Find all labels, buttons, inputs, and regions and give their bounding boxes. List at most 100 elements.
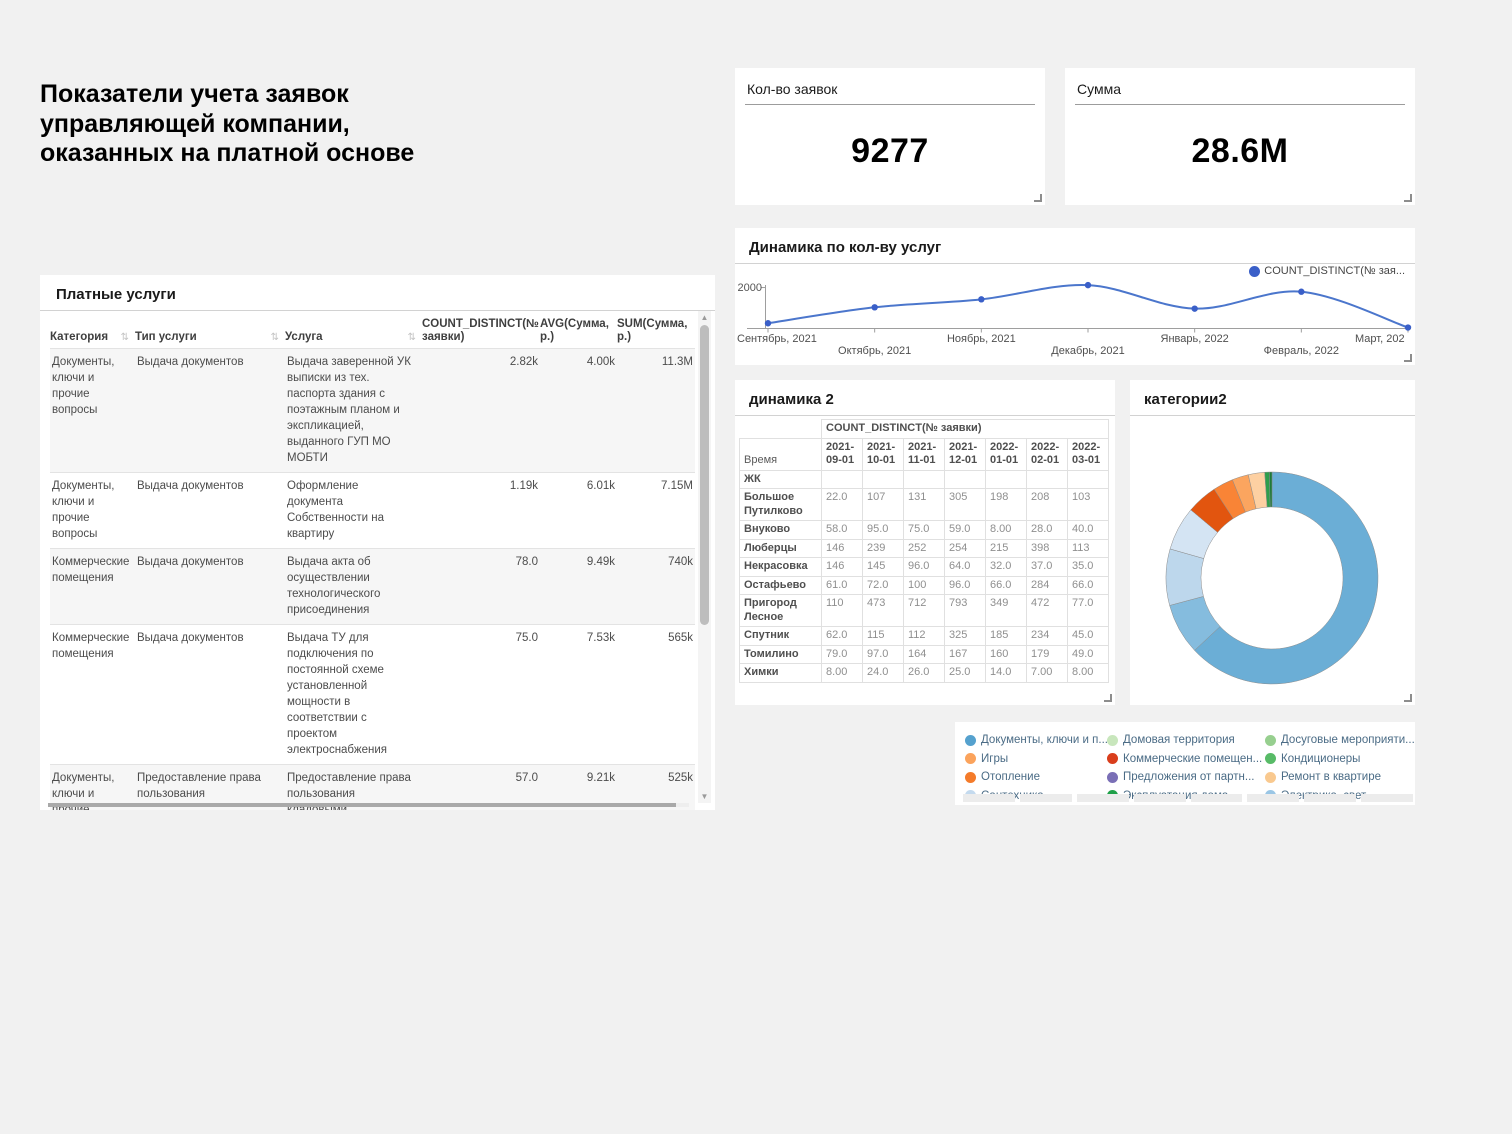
pivot-cell: 66.0: [1068, 576, 1109, 595]
kpi-value: 9277: [735, 132, 1045, 171]
pivot-cell: [1068, 470, 1109, 489]
pivot-cell: [945, 470, 986, 489]
legend-item[interactable]: Кондиционеры: [1265, 750, 1415, 769]
legend-item[interactable]: Домовая территория: [1107, 731, 1265, 750]
divider: [745, 104, 1035, 105]
legend-item-label: Домовая территория: [1123, 734, 1235, 746]
pivot-corner-cell: [740, 420, 822, 439]
table-cell: Коммерческие помещения: [50, 625, 135, 764]
scroll-down-icon[interactable]: ▼: [698, 790, 711, 803]
pivot-cell: 254: [945, 539, 986, 558]
pivot-row: Спутник62.011511232518523445.0: [740, 627, 1109, 646]
data-point[interactable]: [978, 296, 984, 302]
resize-handle-icon[interactable]: [1404, 194, 1412, 202]
data-point[interactable]: [1191, 305, 1197, 311]
line-series: [768, 285, 1408, 328]
scroll-up-icon[interactable]: ▲: [698, 311, 711, 324]
scrollbar-thumb[interactable]: [700, 325, 709, 625]
table-cell: Документы, ключи и прочие вопросы: [50, 349, 135, 472]
table-cell: 11.3M: [617, 349, 695, 472]
table-cell: Выдача акта об осуществлении технологиче…: [285, 549, 422, 624]
legend-item[interactable]: Игры: [965, 750, 1107, 769]
donut-chart-title: категории2: [1130, 380, 1415, 415]
date-line-1: 2022-: [1031, 441, 1063, 455]
pivot-cell: 22.0: [822, 489, 863, 521]
x-axis-label: Ноябрь, 2021: [947, 333, 1016, 345]
pivot-column-header: 2022-03-01: [1068, 438, 1109, 470]
date-line-1: 2021-: [826, 441, 858, 455]
pivot-cell: 32.0: [986, 558, 1027, 577]
pivot-cell: 179: [1027, 645, 1068, 664]
sort-icon[interactable]: ⇅: [408, 331, 416, 344]
vertical-scrollbar[interactable]: ▲ ▼: [698, 311, 711, 803]
services-table-header: Категория ⇅ Тип услуги ⇅ Услуга ⇅ COUNT_DISTIN…: [50, 311, 695, 348]
legend-dot-icon: [1265, 735, 1276, 746]
column-header-1[interactable]: Категория ⇅: [50, 331, 135, 348]
resize-handle-icon[interactable]: [1104, 694, 1112, 702]
column-header-5[interactable]: AVG(Сумма, р.): [540, 318, 617, 348]
pivot-cell: 160: [986, 645, 1027, 664]
pivot-row: Томилино79.097.016416716017949.0: [740, 645, 1109, 664]
pivot-cell: [822, 470, 863, 489]
column-header-label: Категория: [50, 331, 108, 343]
pivot-cell: 185: [986, 627, 1027, 646]
column-header-label: COUNT_DISTINCT(№ заявки): [422, 318, 539, 343]
resize-handle-icon[interactable]: [1404, 694, 1412, 702]
legend-item[interactable]: Ремонт в квартире: [1265, 768, 1415, 787]
data-point[interactable]: [1298, 289, 1304, 295]
pivot-cell: 79.0: [822, 645, 863, 664]
column-header-label: Тип услуги: [135, 331, 197, 343]
pivot-cell: 234: [1027, 627, 1068, 646]
pivot-cell: [863, 470, 904, 489]
pivot-group-label: ЖК: [740, 470, 822, 489]
sort-icon[interactable]: ⇅: [271, 331, 279, 344]
date-line-2: 03-01: [1072, 454, 1104, 468]
pivot-column-header: 2021-09-01: [822, 438, 863, 470]
data-point[interactable]: [765, 320, 771, 326]
pivot-cell: [986, 470, 1027, 489]
pivot-row-label: Внуково: [740, 521, 822, 540]
scrollbar-thumb[interactable]: [48, 803, 676, 807]
legend-scroll-block: [1361, 794, 1413, 802]
pivot-cell: 62.0: [822, 627, 863, 646]
donut-chart: [1130, 415, 1415, 705]
column-header-6[interactable]: SUM(Сумма, р.): [617, 318, 695, 348]
legend-item[interactable]: Коммерческие помещен...: [1107, 750, 1265, 769]
pivot-cell: [904, 470, 945, 489]
column-header-label: AVG(Сумма, р.): [540, 318, 609, 343]
horizontal-scrollbar[interactable]: [48, 803, 689, 807]
legend-item[interactable]: Предложения от партн...: [1107, 768, 1265, 787]
pivot-cell: 35.0: [1068, 558, 1109, 577]
pivot-cell: 131: [904, 489, 945, 521]
resize-handle-icon[interactable]: [1034, 194, 1042, 202]
sort-icon[interactable]: ⇅: [121, 331, 129, 344]
pivot-cell: 208: [1027, 489, 1068, 521]
legend-item[interactable]: Документы, ключи и п...: [965, 731, 1107, 750]
pivot-column-header: 2022-02-01: [1027, 438, 1068, 470]
legend-item[interactable]: Отопление: [965, 768, 1107, 787]
data-point[interactable]: [1085, 282, 1091, 288]
resize-handle-icon[interactable]: [1404, 354, 1412, 362]
legend-scroll-blocks: [963, 794, 1413, 802]
legend-item[interactable]: Досуговые мероприяти...: [1265, 731, 1415, 750]
column-header-4[interactable]: COUNT_DISTINCT(№ заявки): [422, 318, 540, 348]
column-header-3[interactable]: Услуга ⇅: [285, 331, 422, 348]
pivot-row: Химки8.0024.026.025.014.07.008.00: [740, 664, 1109, 683]
data-point[interactable]: [1405, 324, 1411, 330]
pivot-measure-header: COUNT_DISTINCT(№ заявки): [822, 420, 1109, 439]
pivot-time-label: Время: [740, 438, 822, 470]
donut-slice[interactable]: [1166, 549, 1204, 606]
legend-item-label: Досуговые мероприяти...: [1281, 734, 1415, 746]
data-point[interactable]: [871, 304, 877, 310]
column-header-2[interactable]: Тип услуги ⇅: [135, 331, 285, 348]
date-line-2: 10-01: [867, 454, 899, 468]
line-chart: 2000Сентябрь, 2021Октябрь, 2021Ноябрь, 2…: [735, 228, 1415, 365]
table-cell: 78.0: [422, 549, 540, 624]
column-header-label: Услуга: [285, 331, 323, 343]
pivot-cell: 58.0: [822, 521, 863, 540]
pivot-cell: 75.0: [904, 521, 945, 540]
column-header-label: SUM(Сумма, р.): [617, 318, 687, 343]
donut-chart-panel: категории2: [1130, 380, 1415, 705]
line-chart-panel: Динамика по кол-ву услуг COUNT_DISTINCT(…: [735, 228, 1415, 365]
pivot-cell: 49.0: [1068, 645, 1109, 664]
